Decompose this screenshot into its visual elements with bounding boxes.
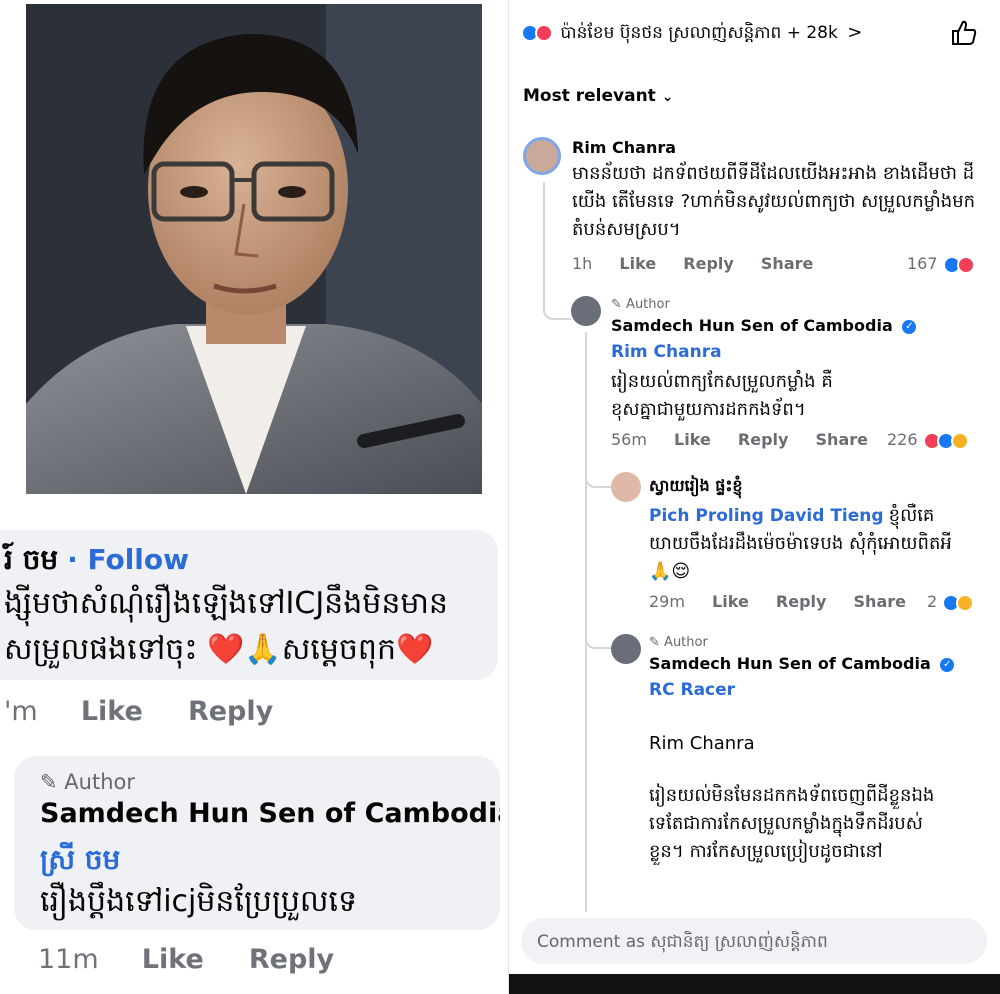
comment-time: 'm [4,696,38,727]
comment-actions: 29m Like Reply Share [649,592,906,611]
share-button[interactable]: Share [816,430,868,449]
commenter-line: រ៍ ចម · Follow [4,542,189,578]
reaction-count[interactable]: 226 [887,430,971,451]
facebook-comments-panel: ប៉ាន់ខែម ប៊ុនថន ស្រលាញ់សន្តិភាព + 28k > … [508,0,1000,994]
reactors-text: ប៉ាន់ខែម ប៊ុនថន ស្រលាញ់សន្តិភាព + 28k [560,23,838,43]
author-badge: Author [664,635,708,650]
comment-actions: 1h Like Reply Share [572,254,813,273]
reply-time: 11m [38,944,99,975]
love-reaction-icon [956,255,975,274]
reaction-icons [942,255,979,275]
mention-link[interactable]: RC Racer [649,680,735,700]
reply-reply-button[interactable]: Reply [249,944,334,975]
reaction-count[interactable]: 167 [907,254,979,275]
author-badge: Author [64,770,135,794]
reaction-icons [922,431,971,451]
like-button[interactable]: Like [674,430,711,449]
pencil-icon: ✎ [40,770,58,794]
comment-text: រៀនយល់មិនមែនដកកងទ័ពចេញពីដីខ្លួនឯងទេតែជាក… [649,785,935,862]
reaction-icons [521,23,555,43]
reply-like-button[interactable]: Like [142,944,204,975]
avatar[interactable] [571,296,601,326]
comment-input-placeholder: Comment as សុជានិត្យ ស្រលាញ់សន្តិភាព [537,932,828,952]
avatar[interactable] [523,137,561,175]
comment-text-inline: ខ្ញុំលឺគេ [888,505,935,526]
verified-badge-icon: ✓ [940,657,955,672]
portrait-photo [26,4,482,494]
reactions-summary[interactable]: ប៉ាន់ខែម ប៊ុនថន ស្រលាញ់សន្តិភាព + 28k > [521,22,862,47]
pencil-icon: ✎ [611,297,622,312]
comment-time: 29m [649,592,685,611]
verified-badge-icon: ✓ [902,319,917,334]
avatar[interactable] [611,634,641,664]
author-name-row: Samdech Hun Sen of Cambodia ✓ [40,798,500,829]
mention-link[interactable]: Pich Proling David Tieng [649,506,884,526]
like-button[interactable]: Like [712,592,749,611]
author-name[interactable]: Samdech Hun Sen of Cambodia [649,654,931,673]
reply-button[interactable]: Reply [683,254,734,273]
thread-connector [585,625,611,649]
author-name[interactable]: Samdech Hun Sen of Cambodia [40,798,500,829]
portrait-illustration [26,4,482,494]
follow-link[interactable]: · Follow [67,543,189,576]
reply-button[interactable]: Reply [776,592,827,611]
thread-connector [585,460,611,488]
reply-button[interactable]: Reply [738,430,789,449]
commenter-name[interactable]: Rim Chanra [572,138,676,157]
reply-actions: 11m Like Reply [38,944,334,975]
commenter-name[interactable]: រ៍ ចម [4,543,58,576]
reaction-count[interactable]: 2 [927,592,976,613]
like-button[interactable]: Like [81,696,143,727]
comment-time: 1h [572,254,593,273]
reply-button[interactable]: Reply [188,696,273,727]
like-button[interactable]: Like [619,254,656,273]
sort-label: Most relevant [523,86,656,106]
thread-line [585,332,587,912]
share-button[interactable]: Share [854,592,906,611]
reaction-count-number: 226 [887,430,918,449]
mention-row: Pich Proling David Tieng ខ្ញុំលឺគេ [649,502,934,530]
share-button[interactable]: Share [761,254,813,273]
reaction-count-number: 2 [927,592,938,611]
author-name[interactable]: Samdech Hun Sen of Cambodia [611,316,893,335]
comment-input[interactable]: Comment as សុជានិត្យ ស្រលាញ់សន្តិភាព [521,918,987,964]
author-badge-row: ✎ Author [40,770,135,794]
author-badge-row: ✎ Author [611,297,670,312]
comment-text: មានន័យថា ដកទ័ពថយពីទីដីដែលយើងអះអាង ខាងដើម… [572,163,976,240]
reaction-icons [942,593,976,613]
author-name-row: Samdech Hun Sen of Cambodia ✓ [649,654,955,673]
comment-text: យាយចឹងដែរដឹងម៉េចម៉ាទេបង សុំកុំអោយពិតអី🙏😌 [649,533,952,582]
comment-text-line-1: ង្ស៊ីមថាសំណុំរឿងឡើងទៅICJនឹងមិនមាន [4,586,448,621]
comment-text: រៀនយល់ពាក្យកែសម្រួលកម្លាំង គឺខុសគ្នាជាមួ… [611,371,833,420]
chevron-right-icon: > [847,22,863,43]
bottom-bar [509,974,1000,994]
commenter-name[interactable]: ស្វាយរៀង ផ្ទះខ្ញុំ [649,475,743,499]
comment-actions: 'm Like Reply [4,696,273,727]
avatar[interactable] [611,472,641,502]
author-name-row: Samdech Hun Sen of Cambodia ✓ [611,316,917,335]
reaction-count-number: 167 [907,254,938,273]
comment-text-greeting: Rim Chanra [649,733,755,754]
author-badge: Author [626,297,670,312]
comment-text-line-2: សម្រួលផងទៅចុះ ❤️🙏សម្តេចពុក❤️ [4,632,434,667]
thumbs-up-outline-icon[interactable] [949,18,979,48]
chevron-down-icon: ⌄ [661,89,674,105]
thumbs-up-svg [952,20,977,45]
thread-connector [543,190,571,320]
mention-link[interactable]: Rim Chanra [611,342,722,362]
comment-actions: 56m Like Reply Share [611,430,868,449]
author-badge-row: ✎ Author [649,635,708,650]
mention-link[interactable]: ស្រី ចម [40,842,120,883]
haha-reaction-icon [950,431,969,450]
comment-time: 56m [611,430,647,449]
love-reaction-icon [535,24,553,42]
wow-reaction-icon [956,593,975,612]
pencil-icon: ✎ [649,635,660,650]
sort-dropdown[interactable]: Most relevant ⌄ [523,86,673,106]
left-comment-panel: រ៍ ចម · Follow ង្ស៊ីមថាសំណុំរឿងឡើងទៅICJន… [0,530,500,994]
reply-text: រឿងប្តឹងទៅicjមិនប្រែប្រួលទេ [40,884,358,919]
